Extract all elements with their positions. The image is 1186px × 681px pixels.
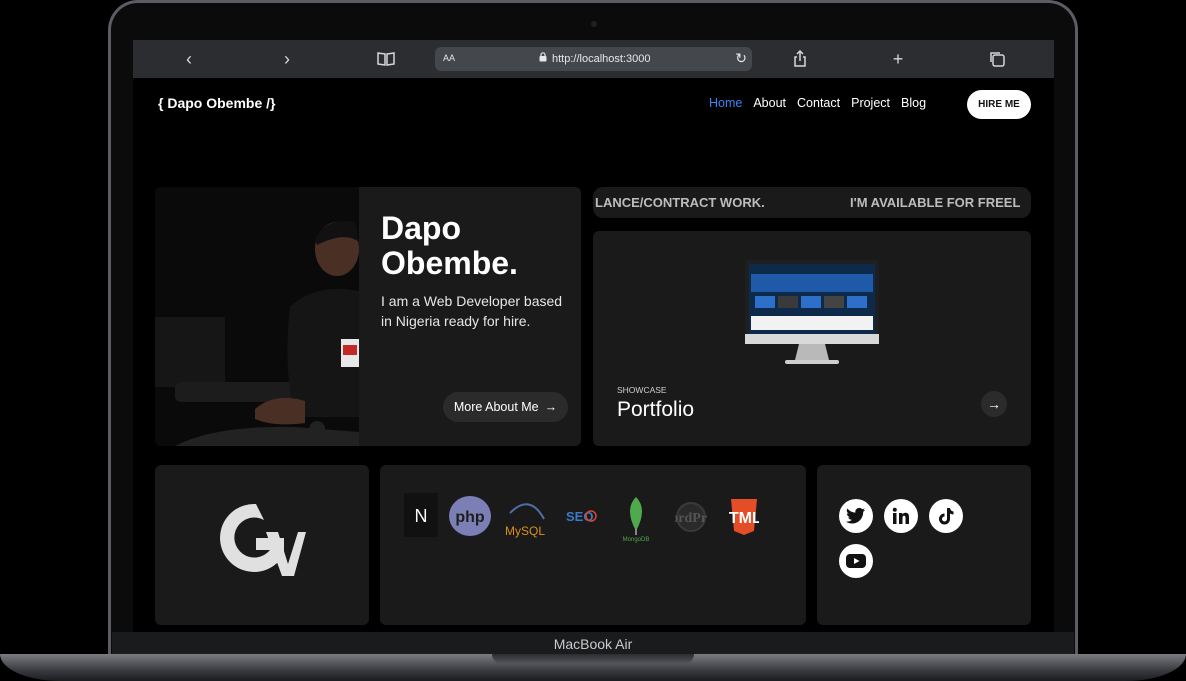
portfolio-arrow-icon[interactable]: → bbox=[981, 391, 1007, 417]
main-nav: Home About Contact Project Blog bbox=[709, 96, 926, 110]
nav-blog[interactable]: Blog bbox=[901, 96, 926, 110]
svg-text:php: php bbox=[455, 509, 485, 526]
bookmarks-icon[interactable] bbox=[375, 48, 397, 70]
nav-home[interactable]: Home bbox=[709, 96, 742, 110]
tiktok-icon[interactable] bbox=[929, 499, 963, 533]
new-tab-icon[interactable]: + bbox=[887, 48, 909, 70]
php-icon: php bbox=[448, 495, 492, 542]
marquee-text-2: I'M AVAILABLE FOR FREEL bbox=[850, 195, 1021, 210]
brand-logo[interactable]: { Dapo Obembe /} bbox=[158, 95, 275, 111]
webcam bbox=[591, 21, 597, 27]
url-text: http://localhost:3000 bbox=[552, 52, 651, 65]
arrow-right-icon: → bbox=[544, 400, 558, 414]
mongodb-icon: MongoDB bbox=[618, 495, 654, 548]
monitor-illustration bbox=[745, 260, 879, 367]
back-icon[interactable]: ‹ bbox=[178, 48, 200, 70]
device-label: MacBook Air bbox=[112, 632, 1074, 656]
wordpress-icon: WordPress bbox=[658, 501, 724, 538]
laptop-screen: ‹ › AA http://localhost:3000 ↻ + {Dapo … bbox=[133, 40, 1054, 632]
social-links-card bbox=[817, 465, 1031, 625]
nav-about[interactable]: About bbox=[753, 96, 786, 110]
browser-toolbar: ‹ › AA http://localhost:3000 ↻ + bbox=[133, 40, 1054, 78]
share-icon[interactable] bbox=[789, 48, 811, 70]
gv-logo-icon bbox=[220, 503, 306, 576]
hero-description: I am a Web Developer based in Nigeria re… bbox=[381, 293, 563, 329]
hero-card: Dapo Obembe. I am a Web Developer based … bbox=[155, 187, 581, 446]
tabs-overview-icon[interactable] bbox=[986, 48, 1008, 70]
nav-contact[interactable]: Contact bbox=[797, 96, 840, 110]
portfolio-title: Portfolio bbox=[617, 398, 695, 421]
nextjs-icon: N bbox=[404, 493, 438, 542]
svg-text:HTML5: HTML5 bbox=[729, 510, 759, 527]
tech-stack-card: N php MySQL SEO MongoDB WordPress HTML5 bbox=[380, 465, 806, 625]
portfolio-card[interactable]: SHOWCASE Portfolio → bbox=[593, 231, 1031, 446]
availability-marquee: LANCE/CONTRACT WORK. I'M AVAILABLE FOR F… bbox=[593, 187, 1031, 218]
marquee-text-1: LANCE/CONTRACT WORK. bbox=[595, 195, 765, 210]
profile-photo bbox=[155, 187, 359, 446]
text-size-button[interactable]: AA bbox=[443, 53, 455, 63]
svg-text:MongoDB: MongoDB bbox=[623, 537, 650, 543]
twitter-icon[interactable] bbox=[839, 499, 873, 533]
hero-name: Dapo Obembe. bbox=[381, 210, 518, 281]
hire-me-button[interactable]: HIRE ME bbox=[967, 90, 1031, 119]
svg-text:MySQL: MySQL bbox=[505, 524, 545, 538]
reload-icon[interactable]: ↻ bbox=[735, 50, 747, 67]
showcase-label: SHOWCASE bbox=[617, 385, 667, 395]
html5-icon: HTML5 bbox=[717, 497, 771, 542]
forward-icon[interactable]: › bbox=[276, 48, 298, 70]
seo-icon: SEO bbox=[566, 503, 600, 538]
address-bar[interactable]: AA http://localhost:3000 ↻ bbox=[435, 47, 752, 71]
svg-text:N: N bbox=[415, 506, 428, 526]
mysql-icon: MySQL bbox=[500, 493, 550, 546]
nav-project[interactable]: Project bbox=[851, 96, 890, 110]
more-about-me-button[interactable]: More About Me → bbox=[443, 392, 568, 422]
lock-icon bbox=[539, 52, 547, 65]
youtube-icon[interactable] bbox=[839, 544, 873, 578]
svg-text:WordPress: WordPress bbox=[675, 511, 707, 526]
logo-card bbox=[155, 465, 369, 625]
laptop-notch bbox=[492, 654, 694, 664]
linkedin-icon[interactable] bbox=[884, 499, 918, 533]
